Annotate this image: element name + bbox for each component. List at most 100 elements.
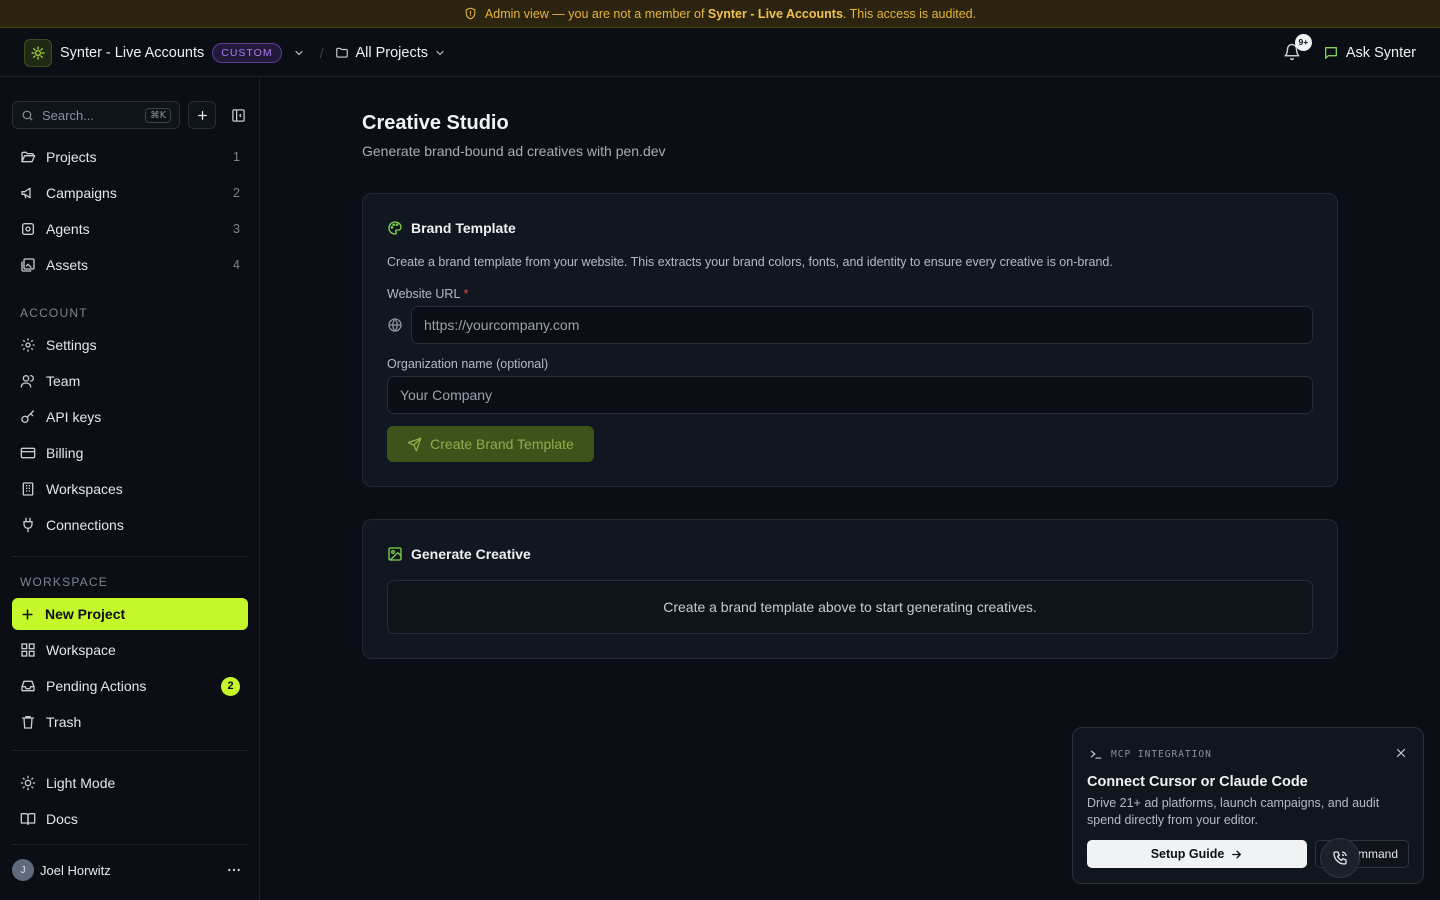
- gear-icon: [20, 337, 36, 353]
- close-icon[interactable]: [1395, 747, 1407, 759]
- sidebar-item-label: Settings: [46, 337, 97, 353]
- sidebar-item-count: 2: [233, 186, 240, 200]
- sidebar-item-label: Light Mode: [46, 775, 116, 791]
- call-support-button[interactable]: [1320, 838, 1360, 878]
- user-menu[interactable]: J Joel Horwitz: [12, 858, 248, 882]
- website-url-input[interactable]: https://yourcompany.com: [411, 306, 1313, 344]
- building-icon: [20, 481, 36, 497]
- images-icon: [20, 257, 36, 273]
- book-open-icon: [20, 811, 36, 827]
- organization-name-label: Organization name (optional): [387, 357, 549, 371]
- organization-name-input[interactable]: Your Company: [387, 376, 1313, 414]
- chevron-down-icon: [434, 47, 446, 59]
- org-logo-icon: [24, 38, 52, 67]
- website-url-label: Website URL *: [387, 287, 469, 301]
- sidebar-item-docs[interactable]: Docs: [12, 803, 248, 835]
- ask-synter-button[interactable]: Ask Synter: [1323, 45, 1416, 61]
- sidebar-item-label: Assets: [46, 257, 89, 273]
- sun-icon: [20, 775, 36, 791]
- collapse-sidebar-button[interactable]: [224, 101, 252, 129]
- sidebar-item-api-keys[interactable]: API keys: [12, 401, 248, 433]
- setup-guide-label: Setup Guide: [1150, 847, 1225, 861]
- sidebar-item-count: 1: [233, 150, 240, 164]
- sidebar-item-trash[interactable]: Trash: [12, 706, 248, 738]
- sidebar-item-count: 4: [233, 258, 240, 272]
- sidebar-item-agents[interactable]: Agents 3: [12, 213, 248, 245]
- sidebar-item-assets[interactable]: Assets 4: [12, 249, 248, 281]
- add-button[interactable]: [188, 101, 216, 129]
- sidebar-item-label: Team: [46, 373, 81, 389]
- brand-template-card: Brand Template Create a brand template f…: [362, 193, 1338, 487]
- notification-count-badge: 9+: [1294, 33, 1312, 51]
- sidebar: Search... ⌘K Projects 1 Campaigns 2 Agen…: [0, 78, 260, 900]
- plug-icon: [20, 517, 36, 533]
- sidebar-divider: [12, 844, 248, 845]
- sidebar-item-label: Workspaces: [46, 481, 123, 497]
- avatar: J: [12, 859, 34, 881]
- sidebar-item-team[interactable]: Team: [12, 365, 248, 397]
- mcp-tag: MCP INTEGRATION: [1089, 747, 1212, 761]
- sidebar-item-workspaces[interactable]: Workspaces: [12, 473, 248, 505]
- light-mode-toggle[interactable]: Light Mode: [12, 767, 248, 799]
- sidebar-item-connections[interactable]: Connections: [12, 509, 248, 541]
- sidebar-item-projects[interactable]: Projects 1: [12, 141, 248, 173]
- org-name[interactable]: Synter - Live Accounts: [60, 45, 204, 61]
- sidebar-divider: [12, 750, 248, 751]
- generate-creative-header: Generate Creative: [387, 546, 531, 562]
- header-actions: 9+ Ask Synter: [1283, 33, 1416, 63]
- sidebar-item-label: Projects: [46, 149, 97, 165]
- admin-banner: Admin view — you are not a member of Syn…: [0, 0, 1440, 28]
- brand-template-header: Brand Template: [387, 220, 516, 236]
- image-icon: [387, 546, 403, 562]
- sidebar-item-label: Pending Actions: [46, 678, 147, 694]
- org-switcher-chevron-icon[interactable]: [290, 44, 308, 62]
- mcp-integration-popup: MCP INTEGRATION Connect Cursor or Claude…: [1072, 727, 1424, 884]
- page-title: Creative Studio: [362, 112, 509, 134]
- top-header: Synter - Live Accounts CUSTOM / All Proj…: [0, 29, 1440, 77]
- arrow-right-icon: [1230, 848, 1243, 861]
- more-horizontal-icon[interactable]: [226, 862, 242, 878]
- generate-creative-empty-state: Create a brand template above to start g…: [387, 580, 1313, 634]
- required-asterisk: *: [463, 287, 469, 301]
- palette-icon: [387, 220, 403, 236]
- sidebar-item-pending-actions[interactable]: Pending Actions 2: [12, 670, 248, 702]
- sidebar-item-label: Billing: [46, 445, 84, 461]
- sidebar-item-label: Docs: [46, 811, 78, 827]
- bot-icon: [20, 221, 36, 237]
- brand-template-description: Create a brand template from your websit…: [387, 255, 1113, 269]
- create-brand-template-button[interactable]: Create Brand Template: [387, 426, 594, 462]
- ask-synter-label: Ask Synter: [1345, 44, 1416, 61]
- shield-alert-icon: [464, 7, 477, 20]
- sidebar-collapse-icon: [231, 108, 246, 123]
- mcp-tag-label: MCP INTEGRATION: [1111, 748, 1212, 760]
- sidebar-item-workspace[interactable]: Workspace: [12, 634, 248, 666]
- create-brand-template-label: Create Brand Template: [430, 436, 574, 452]
- search-input[interactable]: Search... ⌘K: [12, 101, 180, 129]
- sidebar-item-label: New Project: [45, 606, 126, 622]
- breadcrumb-separator: /: [319, 44, 324, 61]
- search-icon: [21, 109, 34, 122]
- megaphone-icon: [20, 185, 36, 201]
- folder-icon: [335, 46, 349, 60]
- sidebar-item-campaigns[interactable]: Campaigns 2: [12, 177, 248, 209]
- trash-icon: [20, 714, 36, 730]
- admin-banner-text: Admin view — you are not a member of Syn…: [484, 6, 977, 21]
- sidebar-item-settings[interactable]: Settings: [12, 329, 248, 361]
- all-projects-dropdown[interactable]: All Projects: [335, 45, 446, 61]
- sidebar-item-billing[interactable]: Billing: [12, 437, 248, 469]
- generate-creative-card: Generate Creative Create a brand templat…: [362, 519, 1338, 659]
- new-project-button[interactable]: New Project: [12, 598, 248, 630]
- inbox-icon: [20, 678, 36, 694]
- sidebar-item-label: Connections: [46, 517, 124, 533]
- user-name: Joel Horwitz: [40, 862, 111, 878]
- notifications-button[interactable]: 9+: [1283, 33, 1312, 63]
- key-icon: [20, 409, 36, 425]
- sidebar-item-label: Trash: [46, 714, 82, 730]
- globe-icon: [387, 317, 403, 333]
- layout-grid-icon: [20, 642, 36, 658]
- setup-guide-button[interactable]: Setup Guide: [1087, 840, 1307, 868]
- sidebar-item-label: Campaigns: [46, 185, 117, 201]
- phone-icon: [1332, 850, 1348, 866]
- pending-count-badge: 2: [221, 676, 240, 696]
- send-icon: [407, 437, 422, 452]
